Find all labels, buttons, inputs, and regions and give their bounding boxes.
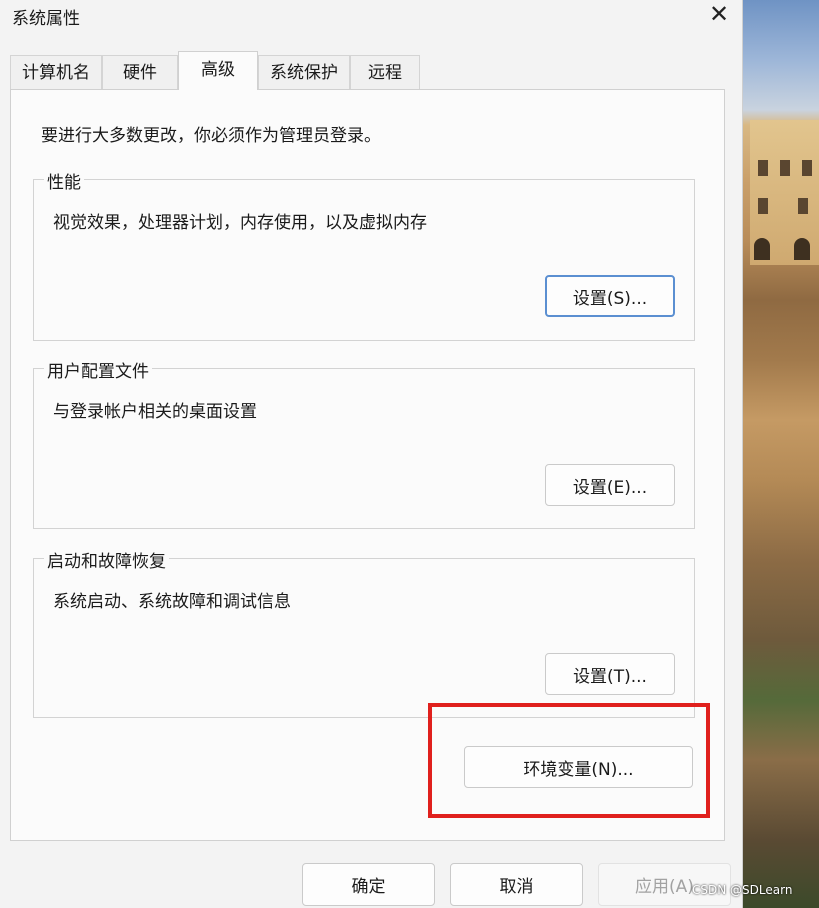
performance-settings-button[interactable]: 设置(S)...: [545, 275, 675, 317]
red-highlight-box: [428, 703, 710, 818]
performance-group: 性能 视觉效果，处理器计划，内存使用，以及虚拟内存 设置(S)...: [33, 168, 695, 341]
ok-button[interactable]: 确定: [302, 863, 435, 906]
tab-remote[interactable]: 远程: [350, 55, 420, 89]
wallpaper-window: [802, 160, 812, 176]
tab-advanced[interactable]: 高级: [178, 51, 258, 90]
csdn-watermark: CSDN @SDLearn: [692, 883, 793, 897]
desktop-wallpaper: [742, 0, 819, 908]
tab-hardware[interactable]: 硬件: [102, 55, 178, 89]
wallpaper-window: [780, 160, 790, 176]
performance-group-title: 性能: [44, 168, 84, 193]
admin-notice: 要进行大多数更改，你必须作为管理员登录。: [41, 126, 381, 146]
tab-computer-name[interactable]: 计算机名: [10, 55, 102, 89]
user-profiles-group-title: 用户配置文件: [44, 357, 152, 382]
system-properties-dialog: 系统属性 ✕ 计算机名 硬件 高级 系统保护 远程 要进行大多数更改，你必须作为…: [0, 0, 743, 908]
tab-system-protection[interactable]: 系统保护: [258, 55, 350, 89]
user-profiles-description: 与登录帐户相关的桌面设置: [53, 402, 257, 422]
wallpaper-window: [758, 160, 768, 176]
startup-recovery-description: 系统启动、系统故障和调试信息: [53, 592, 291, 612]
performance-description: 视觉效果，处理器计划，内存使用，以及虚拟内存: [53, 213, 427, 233]
wallpaper-window: [758, 198, 768, 214]
window-title: 系统属性: [12, 9, 80, 29]
user-profiles-settings-button[interactable]: 设置(E)...: [545, 464, 675, 506]
wallpaper-arch: [794, 238, 810, 260]
wallpaper-window: [798, 198, 808, 214]
close-icon: ✕: [708, 0, 730, 28]
wallpaper-arch: [754, 238, 770, 260]
wallpaper-building: [750, 120, 819, 265]
startup-recovery-settings-button[interactable]: 设置(T)...: [545, 653, 675, 695]
close-button[interactable]: ✕: [696, 0, 742, 30]
startup-recovery-group: 启动和故障恢复 系统启动、系统故障和调试信息 设置(T)...: [33, 547, 695, 718]
cancel-button[interactable]: 取消: [450, 863, 583, 906]
title-bar[interactable]: 系统属性 ✕: [0, 0, 742, 38]
startup-recovery-group-title: 启动和故障恢复: [44, 547, 169, 572]
user-profiles-group: 用户配置文件 与登录帐户相关的桌面设置 设置(E)...: [33, 357, 695, 529]
